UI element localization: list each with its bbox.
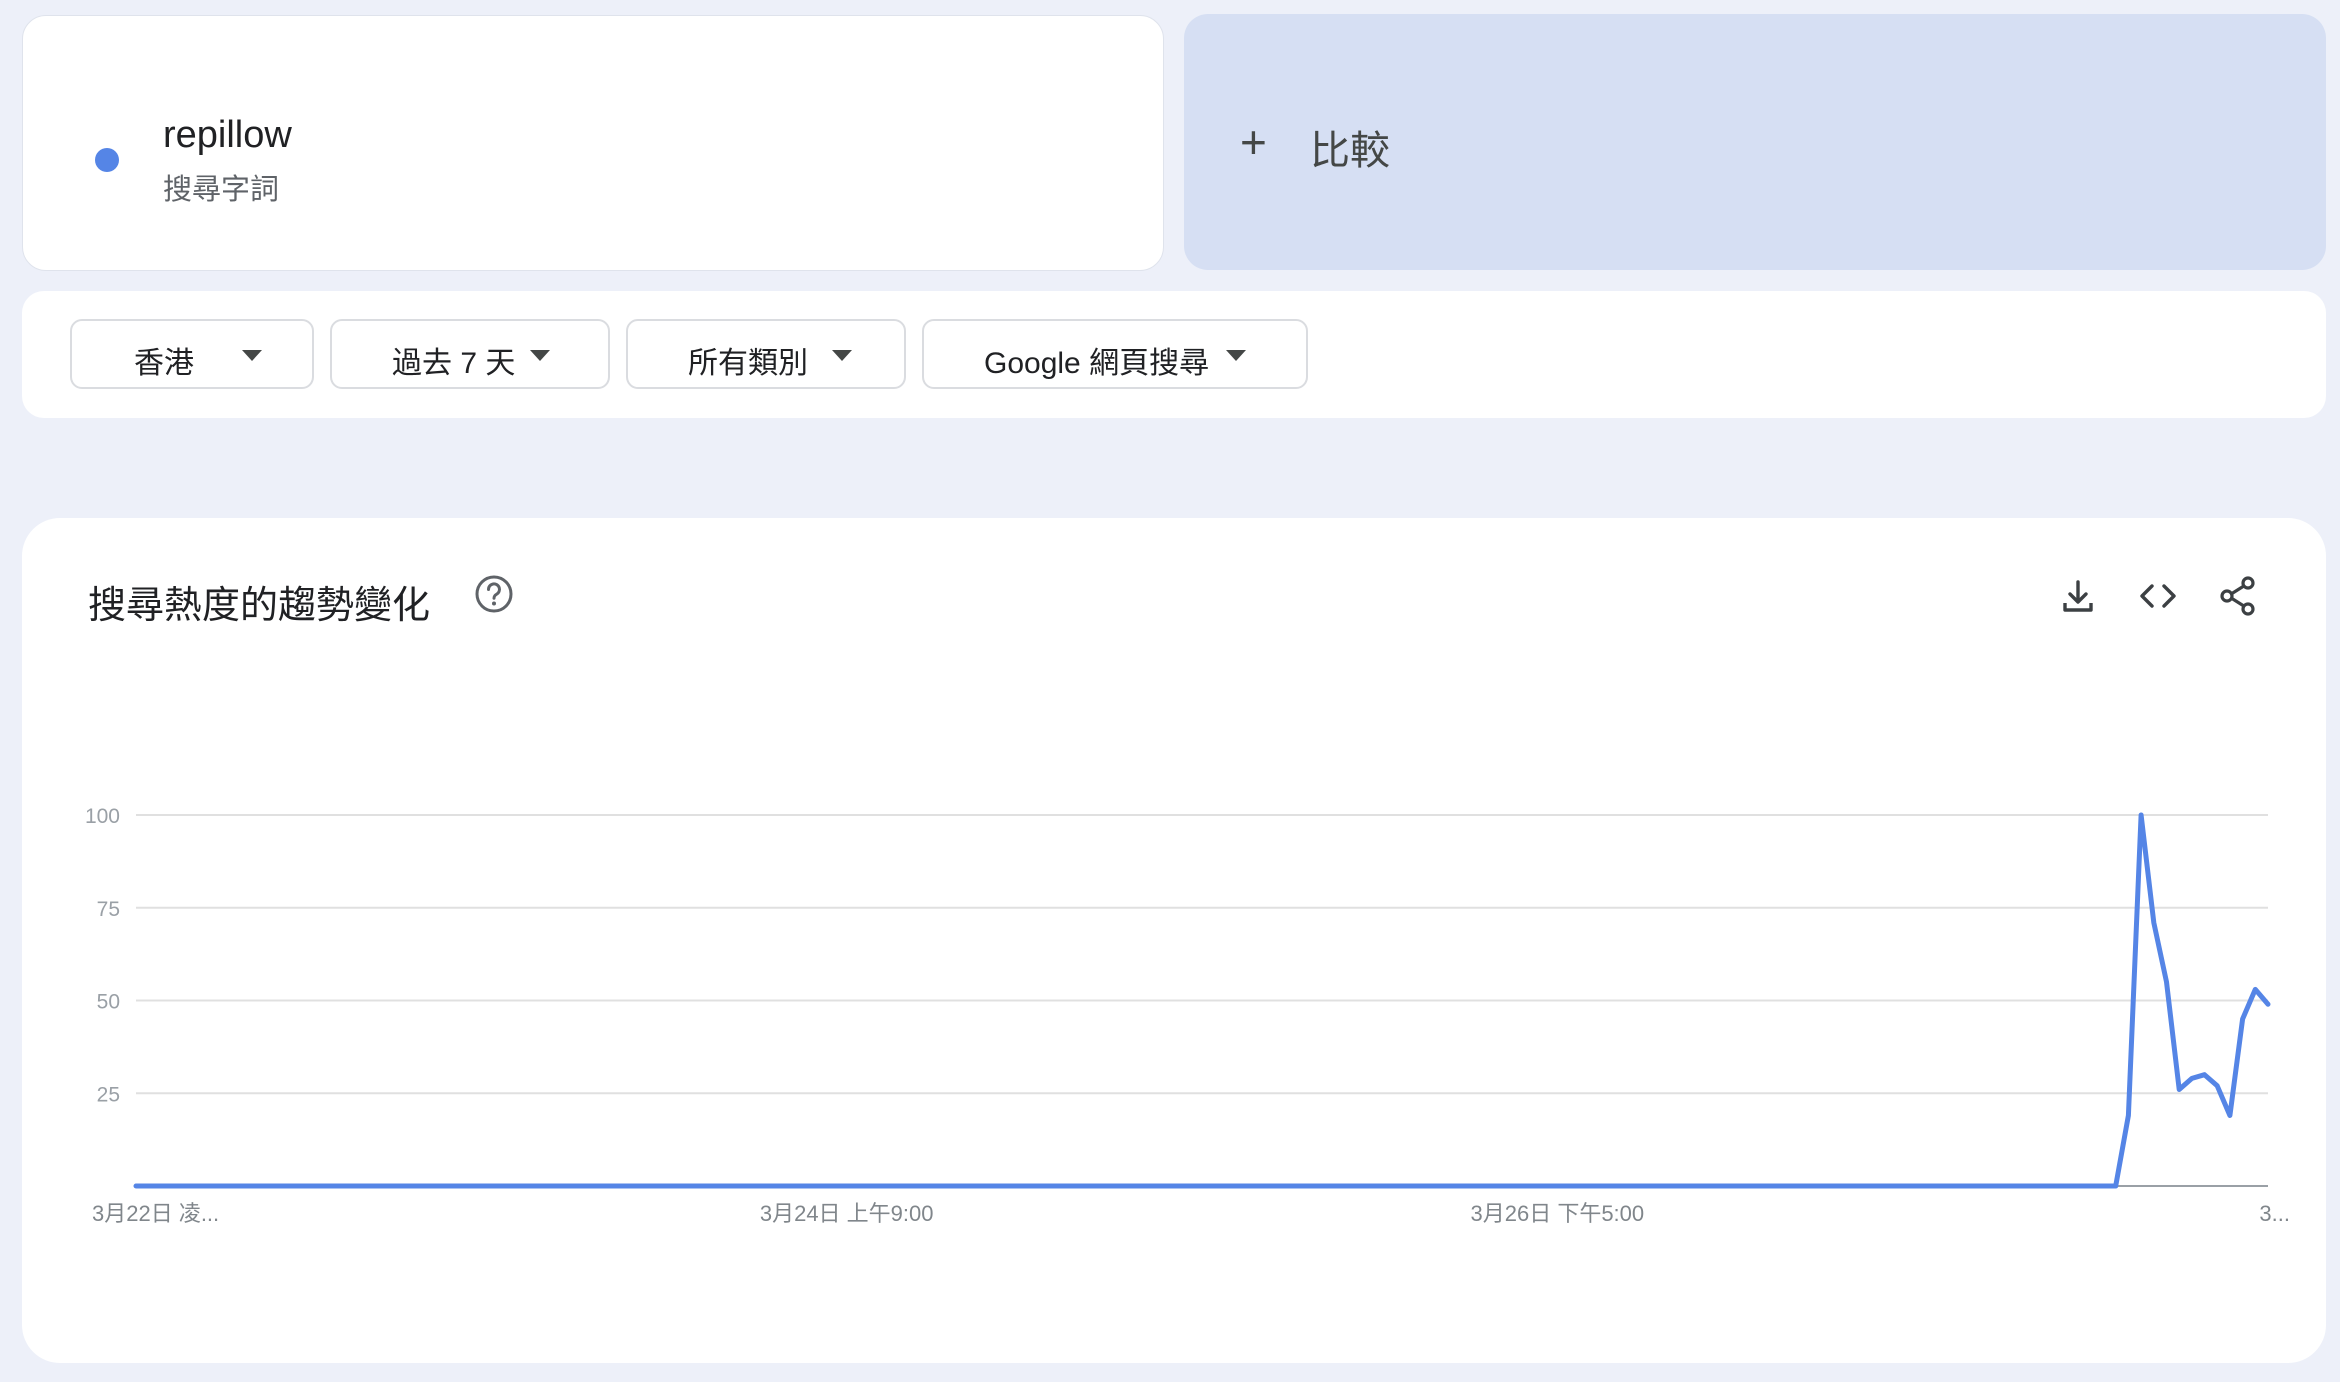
y-tick-label: 50 [97, 991, 120, 1014]
chevron-down-icon [530, 350, 550, 361]
y-tick-label: 100 [85, 805, 120, 828]
search-type-filter-label: Google 網頁搜尋 [984, 347, 1210, 380]
category-filter-label: 所有類別 [688, 347, 808, 380]
search-term-name[interactable]: repillow [163, 114, 292, 157]
plus-icon: + [1240, 116, 1267, 168]
y-tick-label: 75 [97, 898, 120, 921]
chevron-down-icon [832, 350, 852, 361]
search-type-filter-dropdown[interactable]: Google 網頁搜尋 [922, 319, 1308, 389]
series-color-dot [95, 148, 119, 172]
trend-line-chart: 100 75 50 25 3月22日 凌... 3月24日 上午9:00 3月26日 下午5… [85, 805, 2290, 1226]
region-filter-label: 香港 [134, 347, 194, 380]
x-tick-label: 3月22日 凌... [92, 1201, 219, 1226]
x-tick-label: 3... [2259, 1201, 2290, 1226]
compare-button[interactable]: + 比較 [1184, 14, 2326, 270]
time-range-filter-label: 過去 7 天 [392, 347, 516, 380]
y-tick-label: 25 [97, 1083, 120, 1106]
interest-over-time-card: 搜尋熱度的趨勢變化 100 75 50 25 3月22日 凌... 3月24日 上午9:0… [22, 518, 2326, 1363]
chevron-down-icon [1226, 350, 1246, 361]
region-filter-dropdown[interactable]: 香港 [70, 319, 314, 389]
time-range-filter-dropdown[interactable]: 過去 7 天 [330, 319, 610, 389]
chevron-down-icon [242, 350, 262, 361]
filter-bar: 香港 過去 7 天 所有類別 Google 網頁搜尋 [22, 291, 2326, 418]
search-term-type: 搜尋字詞 [163, 174, 280, 206]
x-tick-label: 3月24日 上午9:00 [760, 1201, 934, 1226]
x-tick-label: 3月26日 下午5:00 [1471, 1201, 1645, 1226]
category-filter-dropdown[interactable]: 所有類別 [626, 319, 906, 389]
compare-label: 比較 [1310, 129, 1390, 173]
search-term-card[interactable]: repillow 搜尋字詞 [22, 15, 1164, 271]
